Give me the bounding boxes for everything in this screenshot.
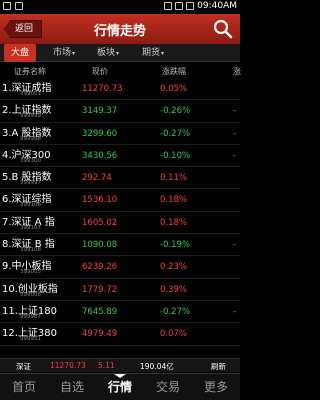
current-price: 1536.10: [82, 195, 118, 206]
battery-icon: [186, 2, 195, 10]
change-percent: 0.39%: [160, 284, 188, 295]
table-row[interactable]: 6.深证综指 399106 1536.10 0.18%: [0, 189, 240, 212]
change-percent: 0.07%: [160, 329, 188, 340]
col-price[interactable]: 现价: [92, 66, 108, 77]
security-code: 399300: [20, 157, 41, 164]
nav-watchlist[interactable]: 自选: [48, 374, 96, 400]
table-row[interactable]: 8.深证 B 指 399108 1090.08 -0.19% -: [0, 234, 240, 257]
wifi-icon: [164, 2, 173, 10]
change-amount: -: [233, 150, 237, 161]
table-row[interactable]: 1.深证成指 399001 11270.73 0.05%: [0, 78, 240, 101]
page-title: 行情走势: [93, 24, 146, 39]
tab-market[interactable]: 市场▾: [53, 44, 75, 62]
table-row[interactable]: 3.A 股指数 999998 3299.60 -0.27% -: [0, 123, 240, 145]
table-row[interactable]: 10.创业板指 399006 1779.72 0.39%: [0, 279, 240, 301]
bottom-nav: 首页 自选 行情 交易 更多: [0, 373, 240, 400]
current-price: 7645.89: [82, 306, 118, 317]
security-code: 999998: [20, 135, 41, 142]
tab-sector[interactable]: 板块▾: [97, 44, 119, 62]
app-icon: [15, 2, 23, 10]
quote-list: 1.深证成指 399001 11270.73 0.05% 2.上证指数 999999 314…: [0, 78, 240, 346]
ticker-price: 11270.73: [50, 361, 86, 370]
current-price: 292.74: [82, 173, 112, 184]
security-code: 999997: [20, 180, 41, 187]
security-code: 399005: [20, 269, 41, 276]
chevron-down-icon: ▾: [116, 50, 120, 57]
table-row[interactable]: 12.上证380 999951 4979.49 0.07%: [0, 323, 240, 346]
change-amount: -: [233, 306, 237, 317]
signal-icon: [175, 2, 184, 10]
app-header: 返回 行情走势: [0, 14, 240, 44]
change-percent: 0.23%: [160, 262, 188, 273]
security-code: 399107: [20, 224, 41, 231]
refresh-button[interactable]: 刷新: [211, 361, 226, 372]
current-price: 6239.26: [82, 262, 118, 273]
ticker-change: 5.11: [98, 361, 115, 370]
status-bar: 09:40AM: [0, 0, 240, 14]
change-percent: 0.11%: [160, 173, 188, 184]
ticker-name: 深证: [16, 362, 31, 371]
table-row[interactable]: 2.上证指数 999999 3149.37 -0.26% -: [0, 100, 240, 123]
current-price: 1779.72: [82, 284, 118, 295]
category-tabs: 大盘 市场▾ 板块▾ 期货▾: [0, 44, 240, 62]
security-code: 399106: [20, 202, 41, 209]
security-code: 999999: [20, 113, 41, 120]
column-header: 证券名称 现价 涨跌幅 涨: [0, 64, 241, 78]
search-icon[interactable]: [212, 18, 234, 40]
nav-home[interactable]: 首页: [0, 374, 48, 400]
ticker-bar: 深证 11270.73 5.11 190.04亿 刷新: [0, 358, 240, 372]
current-price: 3430.56: [82, 150, 118, 161]
col-name[interactable]: 证券名称: [14, 66, 46, 77]
current-price: 4979.49: [82, 329, 118, 340]
table-row[interactable]: 11.上证180 999987 7645.89 -0.27% -: [0, 301, 240, 324]
change-amount: -: [233, 106, 237, 117]
chevron-down-icon: ▾: [72, 50, 76, 57]
current-price: 1605.02: [82, 217, 118, 228]
change-percent: -0.27%: [160, 128, 191, 139]
security-code: 999987: [20, 313, 41, 320]
tab-dapan[interactable]: 大盘: [4, 44, 37, 62]
table-row[interactable]: 5.B 股指数 999997 292.74 0.11%: [0, 167, 240, 190]
table-row[interactable]: 9.中小板指 399005 6239.26 0.23%: [0, 256, 240, 279]
security-code: 999951: [20, 336, 41, 343]
notification-icon: [3, 2, 11, 10]
security-code: 399006: [20, 291, 41, 298]
col-extra[interactable]: 涨: [233, 66, 241, 77]
change-percent: 0.18%: [160, 195, 188, 206]
table-row[interactable]: 4.沪深300 399300 3430.56 -0.10% -: [0, 145, 240, 168]
change-amount: -: [233, 240, 237, 251]
change-percent: -0.27%: [160, 306, 191, 317]
change-percent: 0.05%: [160, 84, 188, 94]
security-code: 399001: [20, 91, 41, 97]
current-price: 1090.08: [82, 240, 118, 251]
change-percent: 0.18%: [160, 217, 188, 228]
change-percent: -0.19%: [160, 240, 191, 251]
nav-more[interactable]: 更多: [192, 374, 240, 400]
table-row[interactable]: 7.深证 A 指 399107 1605.02 0.18%: [0, 212, 240, 235]
tab-futures[interactable]: 期货▾: [142, 44, 164, 62]
current-price: 11270.73: [82, 84, 123, 94]
change-percent: -0.26%: [160, 106, 191, 117]
col-change[interactable]: 涨跌幅: [162, 66, 186, 77]
current-price: 3149.37: [82, 106, 118, 117]
security-code: 399108: [20, 247, 41, 254]
ticker-volume: 190.04亿: [140, 362, 174, 371]
chevron-down-icon: ▾: [161, 50, 165, 57]
change-percent: -0.10%: [160, 150, 191, 161]
change-amount: -: [233, 128, 237, 139]
nav-trade[interactable]: 交易: [144, 374, 192, 400]
nav-quotes[interactable]: 行情: [96, 374, 144, 400]
current-price: 3299.60: [82, 128, 118, 139]
clock: 09:40AM: [197, 1, 237, 11]
